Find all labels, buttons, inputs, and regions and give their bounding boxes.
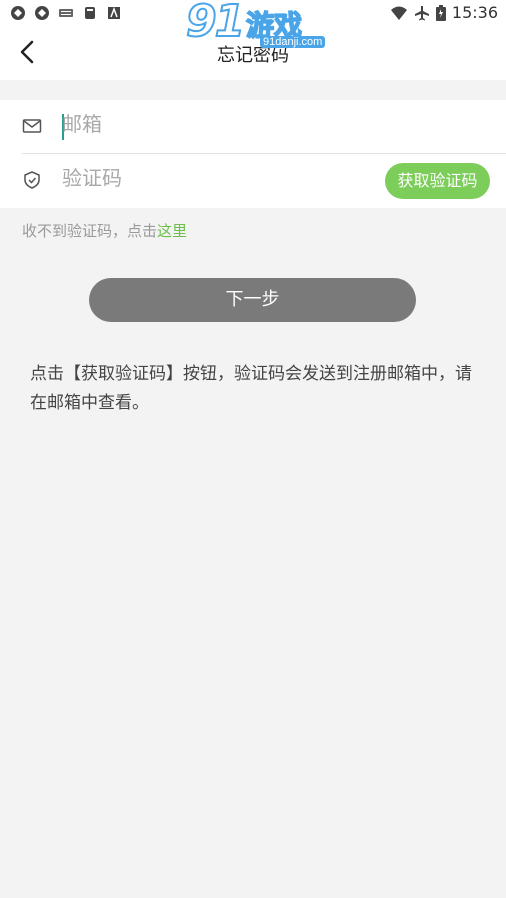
instructions-line-2: 在邮箱中查看。: [30, 393, 149, 413]
next-button[interactable]: 下一步: [89, 278, 416, 322]
mail-icon: [22, 119, 42, 133]
hint-link[interactable]: 这里: [157, 222, 187, 240]
code-row: 获取验证码: [22, 154, 506, 207]
app-icon: [108, 6, 120, 19]
sd-card-icon: [85, 7, 95, 19]
reset-form: 获取验证码: [0, 100, 506, 208]
instructions-line-1: 点击【获取验证码】按钮，验证码会发送到注册邮箱中，请: [30, 364, 472, 384]
shield-icon: [24, 171, 40, 189]
hint-text: 收不到验证码，点击: [22, 222, 158, 240]
instructions: 点击【获取验证码】按钮，验证码会发送到注册邮箱中，请 在邮箱中查看。: [30, 360, 506, 418]
wifi-icon: [390, 6, 407, 20]
get-code-button[interactable]: 获取验证码: [385, 163, 490, 199]
email-input[interactable]: [62, 112, 362, 136]
watermark-logo: 91 游戏 91danji.com: [185, 0, 326, 52]
watermark-url: 91danji.com: [260, 36, 326, 48]
airplane-icon: [414, 5, 429, 20]
email-row: [22, 100, 506, 154]
sync-icon: [35, 6, 49, 20]
resend-hint: 收不到验证码，点击这里: [22, 220, 187, 241]
status-left-icons: [10, 5, 122, 21]
battery-icon: [435, 4, 446, 21]
code-input[interactable]: [62, 166, 362, 190]
sync-icon: [11, 6, 25, 20]
keyboard-icon: [59, 9, 73, 17]
clock: 15:36: [451, 3, 498, 22]
status-right: 15:36: [390, 3, 498, 22]
watermark-number: 91: [185, 0, 246, 48]
